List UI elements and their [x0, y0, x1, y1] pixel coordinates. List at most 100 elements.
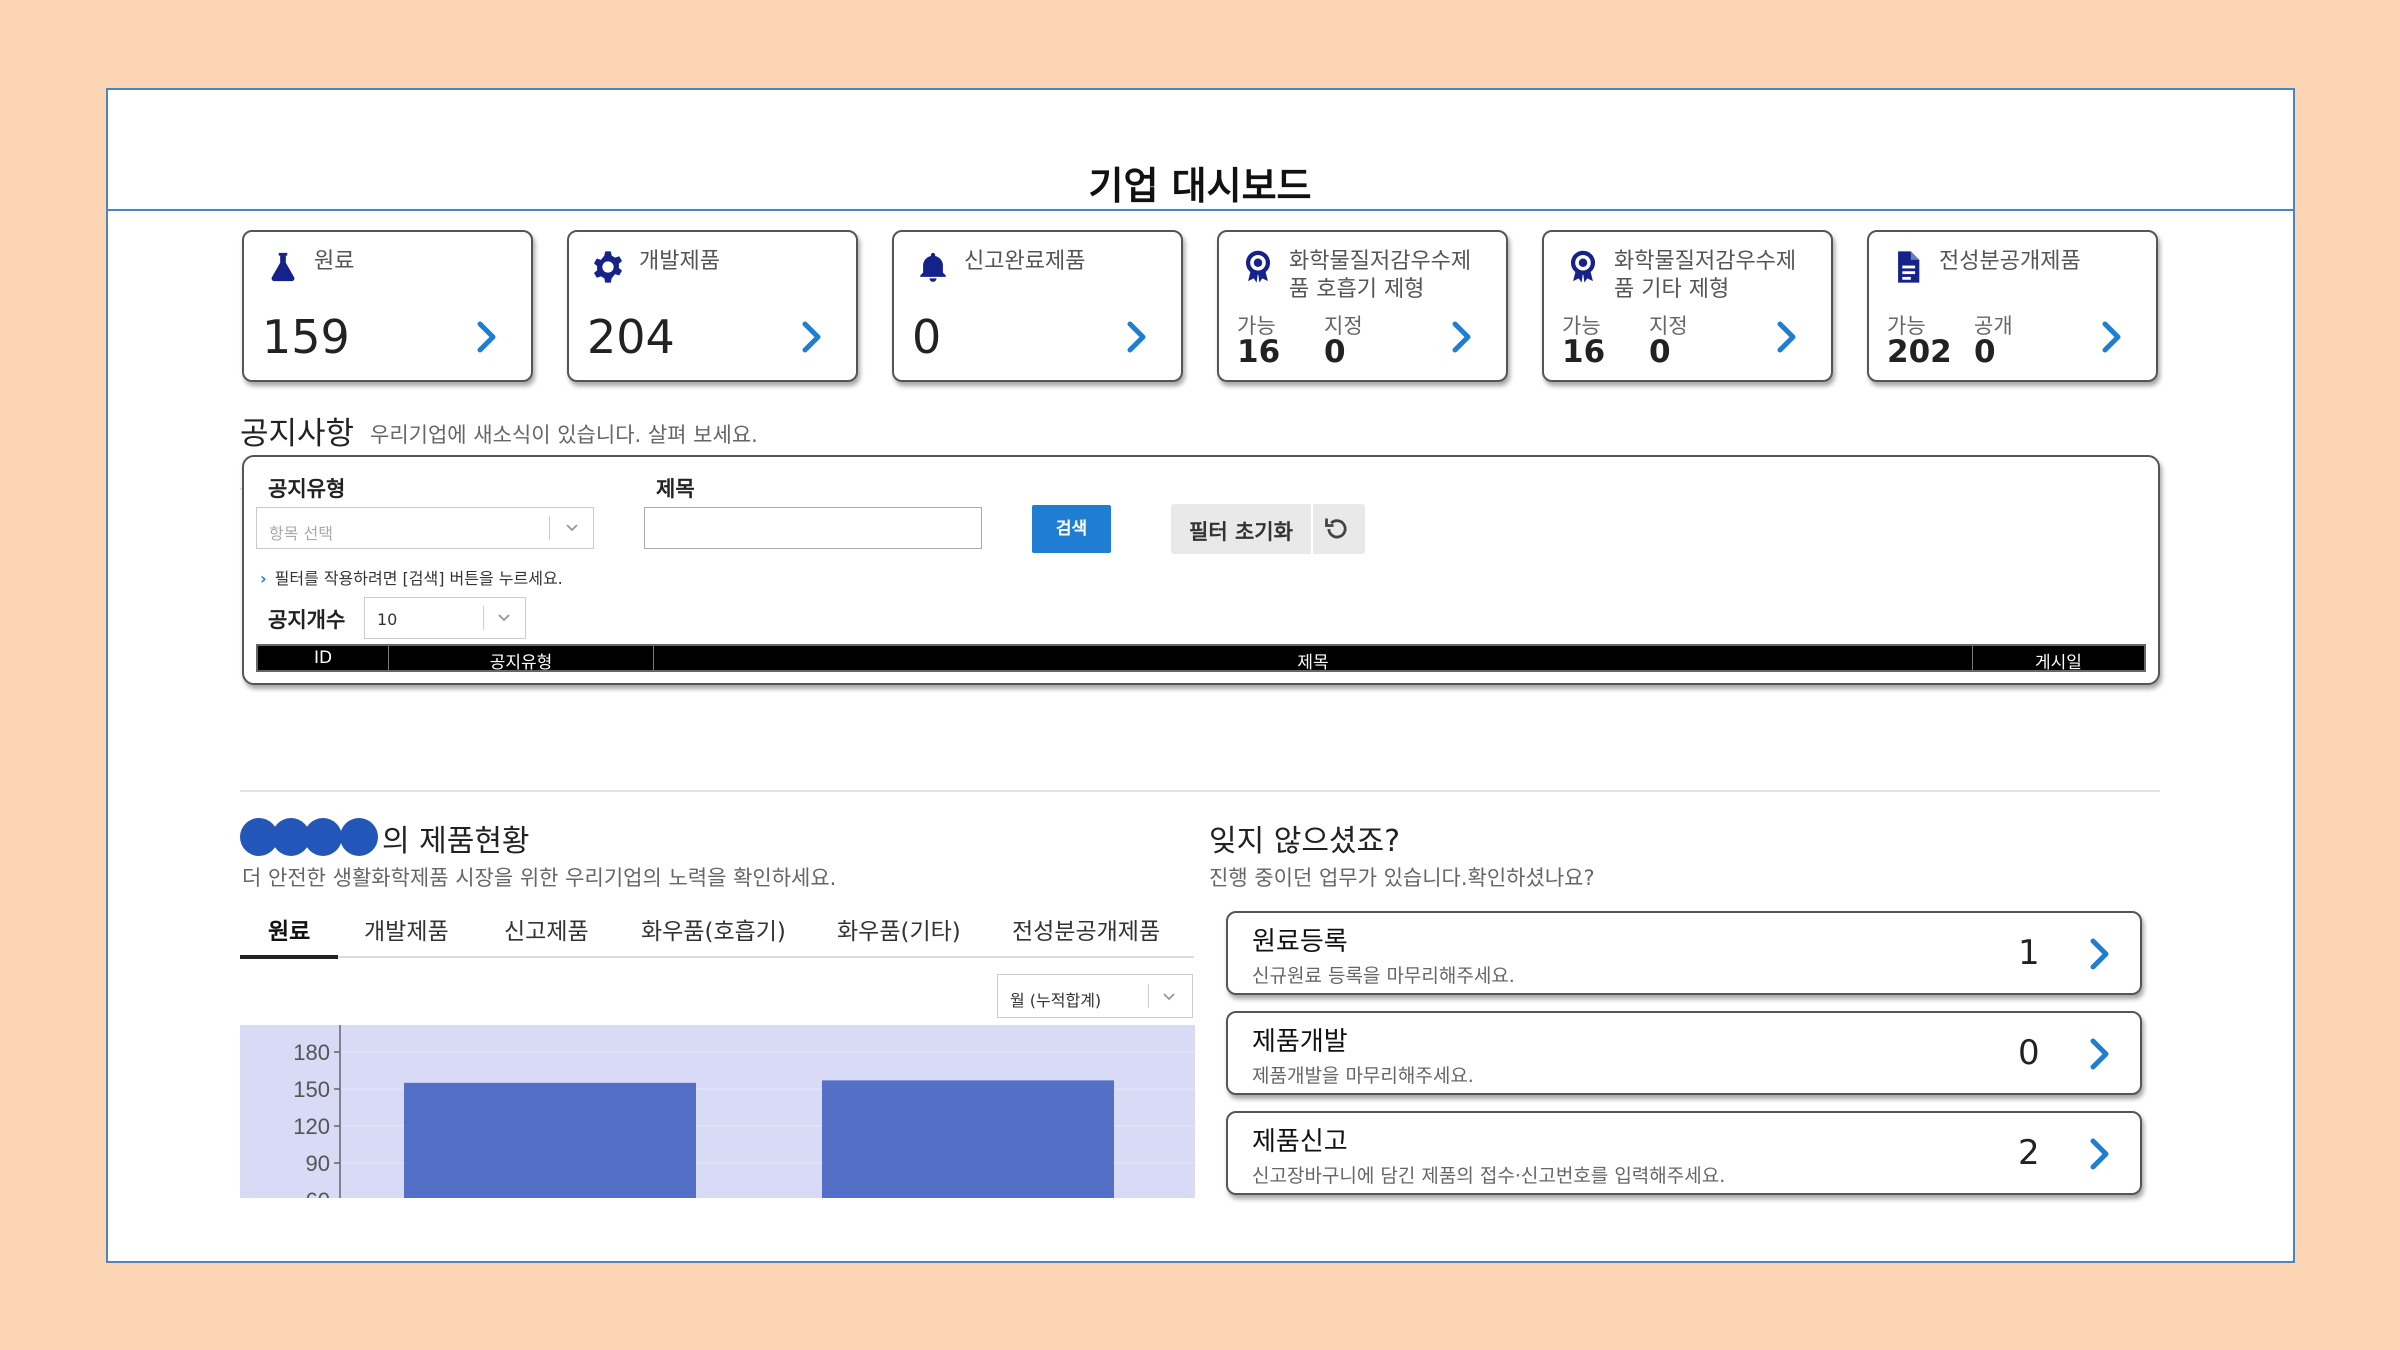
chevron-right-icon[interactable]	[2088, 1137, 2112, 1171]
card-label: 화학물질저감우수제품 호흡기 제형	[1289, 249, 1472, 302]
tab-eco-other[interactable]: 화우품(기타)	[837, 912, 961, 946]
bar-chart: 180 150 120 90 60	[293, 1025, 1195, 1198]
chevron-down-icon	[1163, 993, 1175, 1001]
section-divider	[240, 790, 2160, 792]
tab-raw-materials[interactable]: 원료	[268, 912, 310, 946]
chevron-right-icon[interactable]	[2088, 937, 2112, 971]
card-label: 신고완료제품	[964, 249, 1086, 274]
redaction-mark	[340, 818, 378, 856]
column-header-date[interactable]: 게시일	[1973, 648, 2144, 673]
flask-icon	[271, 252, 295, 282]
y-tick-label: 180	[293, 1040, 330, 1065]
y-tick-label: 150	[293, 1077, 330, 1102]
notice-count-label: 공지개수	[268, 608, 346, 632]
task-product-report[interactable]: 제품신고 신고장바구니에 담긴 제품의 접수·신고번호를 입력해주세요. 2	[1226, 1111, 2142, 1195]
notice-type-select[interactable]: 항목 선택	[256, 507, 594, 549]
select-separator	[483, 606, 484, 630]
card-raw-materials[interactable]: 원료 159	[242, 230, 533, 382]
redaction-mark	[304, 818, 342, 856]
column-header-title[interactable]: 제목	[654, 648, 1972, 673]
search-button[interactable]: 검색	[1032, 505, 1111, 553]
reset-icon	[1325, 518, 1347, 539]
card-sub-value: 16	[1237, 334, 1281, 370]
select-separator	[1148, 984, 1149, 1008]
card-eco-other[interactable]: 화학물질저감우수제품 기타 제형 가능 16 지정 0	[1542, 230, 1833, 382]
chevron-right-icon[interactable]	[1450, 320, 1474, 354]
notice-count-value: 10	[377, 610, 398, 629]
select-separator	[549, 516, 550, 540]
task-description: 제품개발을 마무리해주세요.	[1252, 1065, 1474, 1087]
card-value: 0	[912, 310, 942, 364]
task-product-development[interactable]: 제품개발 제품개발을 마무리해주세요. 0	[1226, 1011, 2142, 1095]
chevron-right-icon[interactable]	[1125, 320, 1149, 354]
award-icon	[1570, 250, 1596, 283]
card-label: 원료	[314, 249, 355, 274]
chevron-down-icon	[566, 524, 578, 532]
tab-dev-products[interactable]: 개발제품	[364, 912, 449, 946]
card-value: 159	[262, 310, 350, 364]
chart-bar[interactable]	[404, 1082, 696, 1198]
document-icon	[1898, 251, 1920, 283]
notice-type-placeholder: 항목 선택	[269, 524, 333, 543]
card-full-ingredient[interactable]: 전성분공개제품 가능 202 공개 0	[1867, 230, 2158, 382]
card-dev-products[interactable]: 개발제품 204	[567, 230, 858, 382]
button-separator	[1311, 504, 1313, 554]
card-reported-products[interactable]: 신고완료제품 0	[892, 230, 1183, 382]
task-count: 0	[2018, 1033, 2040, 1073]
reset-filter-label: 필터 초기화	[1189, 520, 1293, 544]
card-label: 화학물질저감우수제품 기타 제형	[1614, 249, 1797, 302]
notice-panel: 공지유형 항목 선택 제목 검색 필터 초기화 › 필터를 작용하려면 [검색] …	[242, 455, 2160, 685]
task-raw-material-registration[interactable]: 원료등록 신규원료 등록을 마무리해주세요. 1	[1226, 911, 2142, 995]
task-count: 2	[2018, 1133, 2040, 1173]
notice-title-label: 제목	[656, 477, 695, 501]
notice-heading: 공지사항	[240, 416, 355, 452]
notice-title-input[interactable]	[644, 507, 982, 549]
task-title: 원료등록	[1252, 927, 1348, 957]
page-title: 기업 대시보드	[1088, 164, 1312, 208]
products-title: 의 제품현황	[382, 824, 530, 859]
column-header-type[interactable]: 공지유형	[389, 648, 653, 673]
chart-bar[interactable]	[822, 1080, 1114, 1198]
task-count: 1	[2018, 933, 2040, 973]
task-title: 제품개발	[1252, 1027, 1348, 1057]
task-description: 신고장바구니에 담긴 제품의 접수·신고번호를 입력해주세요.	[1252, 1165, 1726, 1187]
active-tab-indicator	[240, 955, 338, 959]
chevron-right-icon[interactable]	[2088, 1037, 2112, 1071]
notice-type-label: 공지유형	[268, 477, 346, 501]
award-icon	[1245, 250, 1271, 283]
reset-filter-button[interactable]: 필터 초기화	[1171, 504, 1365, 554]
reminders-subtitle: 진행 중이던 업무가 있습니다.확인하셨나요?	[1209, 866, 1595, 890]
chevron-right-icon[interactable]	[800, 320, 824, 354]
card-sub-value: 0	[1974, 334, 1996, 370]
chevron-right-icon[interactable]	[475, 320, 499, 354]
products-subtitle: 더 안전한 생활화학제품 시장을 위한 우리기업의 노력을 확인하세요.	[242, 866, 837, 890]
notice-count-select[interactable]: 10	[364, 597, 526, 639]
tab-full-ingredient[interactable]: 전성분공개제품	[1012, 912, 1160, 946]
tab-reported-products[interactable]: 신고제품	[504, 912, 589, 946]
chevron-right-icon: ›	[260, 569, 267, 588]
y-tick-label: 60	[306, 1188, 330, 1198]
tab-eco-respiratory[interactable]: 화우품(호흡기)	[641, 912, 786, 946]
chevron-right-icon[interactable]	[1775, 320, 1799, 354]
task-title: 제품신고	[1252, 1127, 1348, 1157]
period-select[interactable]: 월 (누적합계)	[997, 974, 1193, 1018]
task-description: 신규원료 등록을 마무리해주세요.	[1252, 965, 1515, 987]
bell-icon	[920, 252, 946, 282]
notice-table-header: ID 공지유형 제목 게시일	[256, 644, 2146, 673]
notice-subheading: 우리기업에 새소식이 있습니다. 살펴 보세요.	[370, 423, 758, 447]
card-sub-value: 202	[1887, 334, 1952, 370]
card-label: 전성분공개제품	[1939, 249, 2081, 274]
card-eco-respiratory[interactable]: 화학물질저감우수제품 호흡기 제형 가능 16 지정 0	[1217, 230, 1508, 382]
y-tick-label: 120	[293, 1114, 330, 1139]
y-tick-label: 90	[306, 1151, 330, 1176]
reminders-title: 잊지 않으셨죠?	[1209, 824, 1401, 859]
card-label: 개발제품	[639, 249, 720, 274]
card-value: 204	[587, 310, 675, 364]
filter-hint-text: 필터를 작용하려면 [검색] 버튼을 누르세요.	[274, 569, 563, 588]
chevron-right-icon[interactable]	[2100, 320, 2124, 354]
card-sub-value: 0	[1649, 334, 1671, 370]
column-header-id[interactable]: ID	[258, 648, 388, 668]
card-sub-value: 16	[1562, 334, 1606, 370]
card-sub-value: 0	[1324, 334, 1346, 370]
filter-hint: › 필터를 작용하려면 [검색] 버튼을 누르세요.	[260, 565, 563, 589]
